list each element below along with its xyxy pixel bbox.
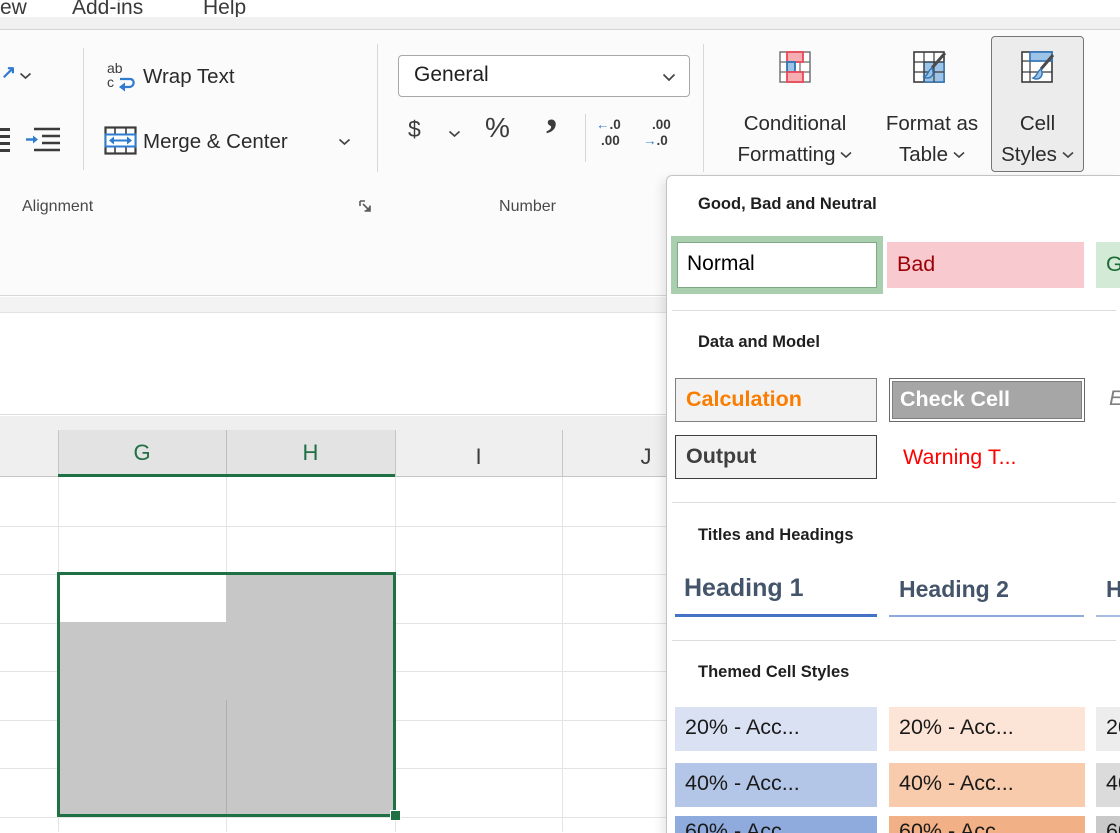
cell-styles-button-line1[interactable]: Cell xyxy=(992,110,1083,138)
conditional-formatting-icon xyxy=(779,51,811,83)
fill-handle[interactable] xyxy=(390,810,401,821)
menu-tab-view[interactable]: ew xyxy=(0,0,27,17)
cell-styles-menu: Good, Bad and Neutral Normal Bad Good Da… xyxy=(666,175,1120,833)
cell-styles-icon xyxy=(1021,51,1055,83)
style-tile-check-cell-label: Check Cell xyxy=(892,381,1082,419)
wrap-text-button[interactable]: Wrap Text xyxy=(143,63,235,91)
format-as-table-button[interactable]: Format as xyxy=(868,110,996,138)
increase-decimal-button[interactable]: ←.0 .00 xyxy=(596,117,636,159)
style-tile-calculation[interactable]: Calculation xyxy=(675,378,877,422)
section-title-themed: Themed Cell Styles xyxy=(698,663,850,681)
header-divider xyxy=(562,430,563,477)
small-separator xyxy=(585,114,586,162)
percent-format-button[interactable]: % xyxy=(485,112,510,144)
style-tile-normal-selected[interactable]: Normal xyxy=(671,236,883,294)
style-tile-heading2[interactable]: Heading 2 xyxy=(889,567,1084,617)
number-format-select[interactable]: General xyxy=(398,55,690,97)
number-group-label: Number xyxy=(499,198,556,215)
style-tile-20-accent1[interactable]: 20% - Acc... xyxy=(675,707,877,751)
decrease-indent-icon[interactable] xyxy=(0,128,10,156)
style-tile-bad[interactable]: Bad xyxy=(887,242,1084,288)
header-divider xyxy=(58,430,59,477)
merge-center-icon[interactable] xyxy=(104,126,137,155)
decrease-decimal-button[interactable]: .00 →.0 xyxy=(643,117,683,159)
gridline xyxy=(0,526,670,527)
orientation-icon[interactable]: ↗ xyxy=(1,62,16,83)
column-header-g[interactable]: G xyxy=(58,430,226,477)
style-tile-explanatory[interactable]: Explanatory... xyxy=(1099,378,1120,422)
style-tile-40-accent3[interactable]: 40% - Acc... xyxy=(1096,763,1120,807)
header-divider xyxy=(226,430,227,477)
style-tile-60-accent2[interactable]: 60% - Acc... xyxy=(889,816,1085,833)
style-tile-40-accent1[interactable]: 40% - Acc... xyxy=(675,763,877,807)
section-title-data-model: Data and Model xyxy=(698,333,820,351)
style-tile-check-cell[interactable]: Check Cell xyxy=(889,378,1085,422)
merge-center-button[interactable]: Merge & Center xyxy=(143,128,288,156)
dialog-launcher-icon[interactable] xyxy=(358,199,374,215)
chevron-down-icon[interactable] xyxy=(19,72,32,80)
chevron-down-icon[interactable] xyxy=(338,138,351,146)
currency-format-button[interactable]: $ xyxy=(408,116,421,143)
style-tile-heading3[interactable]: Heading 3 xyxy=(1096,567,1120,617)
style-tile-40-accent2[interactable]: 40% - Acc... xyxy=(889,763,1085,807)
chevron-down-icon xyxy=(840,151,853,159)
wrap-text-icon[interactable]: ab c xyxy=(106,60,138,94)
style-tile-output[interactable]: Output xyxy=(675,435,877,479)
format-as-table-button-line2[interactable]: Table xyxy=(868,141,996,169)
section-title-good-bad-neutral: Good, Bad and Neutral xyxy=(698,195,877,213)
menu-divider xyxy=(672,640,1116,641)
section-title-titles-headings: Titles and Headings xyxy=(698,526,854,544)
group-separator xyxy=(703,44,704,172)
style-tile-20-accent3[interactable]: 20% - Acc... xyxy=(1096,707,1120,751)
menu-divider xyxy=(672,310,1116,311)
number-format-value: General xyxy=(414,63,489,86)
menu-divider xyxy=(672,502,1116,503)
chevron-down-icon xyxy=(953,151,965,159)
menu-bar: ew Add-ins Help xyxy=(0,0,1120,17)
menu-bar-band xyxy=(0,17,1120,30)
cell-styles-button-line2[interactable]: Styles xyxy=(992,141,1083,169)
comma-format-button[interactable]: , xyxy=(546,84,558,137)
format-as-table-icon xyxy=(913,51,947,83)
increase-indent-icon[interactable] xyxy=(26,126,62,154)
conditional-formatting-button-line2[interactable]: Formatting xyxy=(706,141,884,169)
style-tile-20-accent2[interactable]: 20% - Acc... xyxy=(889,707,1085,751)
chevron-down-icon[interactable] xyxy=(448,130,461,138)
menu-tab-addins[interactable]: Add-ins xyxy=(72,0,143,17)
selection-border xyxy=(57,572,396,817)
alignment-group-label: Alignment xyxy=(22,198,94,215)
header-divider xyxy=(395,430,396,477)
style-tile-60-accent1[interactable]: 60% - Acc... xyxy=(675,816,877,833)
group-separator xyxy=(377,44,378,172)
column-header-i[interactable]: I xyxy=(395,416,562,477)
menu-tab-help[interactable]: Help xyxy=(203,0,246,17)
gridline xyxy=(562,477,563,832)
style-tile-normal-label: Normal xyxy=(677,242,877,288)
chevron-down-icon xyxy=(662,73,676,82)
column-header-h[interactable]: H xyxy=(226,430,395,477)
style-tile-warning-text[interactable]: Warning T... xyxy=(893,437,1093,481)
style-tile-heading1[interactable]: Heading 1 xyxy=(675,565,877,617)
chevron-down-icon xyxy=(1062,151,1074,159)
conditional-formatting-button[interactable]: Conditional xyxy=(706,110,884,138)
group-separator xyxy=(83,48,84,170)
gridline xyxy=(0,817,670,818)
excel-window: { "menu": { "item_view_partial": "ew", "… xyxy=(0,0,1120,833)
style-tile-60-accent3[interactable]: 60% - Acc... xyxy=(1096,816,1120,833)
style-tile-good[interactable]: Good xyxy=(1096,242,1120,288)
